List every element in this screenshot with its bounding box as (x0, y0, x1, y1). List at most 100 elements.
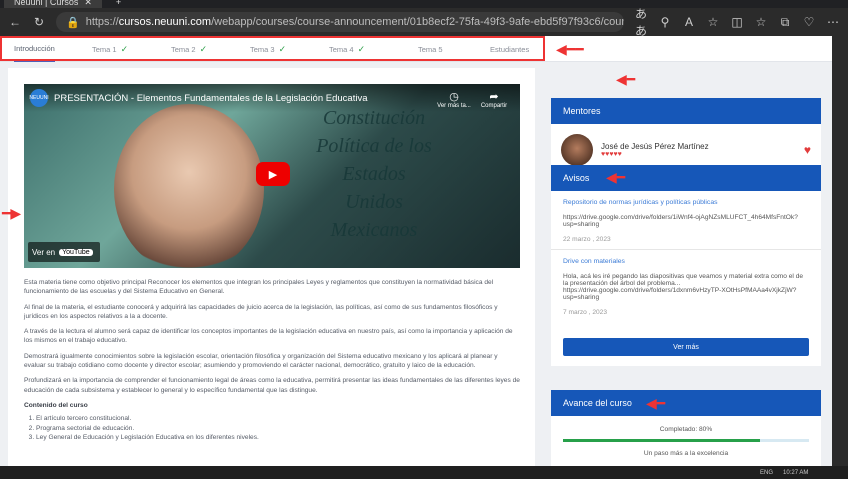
notice-body: https://drive.google.com/drive/folders/1… (563, 214, 798, 228)
tab-tema-2[interactable]: Tema 2 ✓ (171, 36, 207, 62)
tab-strip: Neuuni | Cursos ✕ + (0, 0, 131, 8)
notice-date: 7 marzo , 2023 (563, 309, 607, 316)
youtube-logo: YouTube (59, 248, 93, 256)
notices-heading: Avisos (551, 165, 821, 191)
arrow-annotation-icon: ◀━ (616, 71, 636, 87)
tab-tema-5[interactable]: Tema 5 (418, 36, 443, 62)
url-path: /webapp/courses/course-announcement/01b8… (211, 16, 624, 28)
tab-tema-4[interactable]: Tema 4 ✓ (329, 36, 365, 62)
new-tab-button[interactable]: + (106, 0, 131, 8)
channel-logo[interactable]: NEUUNI (29, 89, 49, 107)
share-icon: ➦ (489, 91, 499, 103)
tab-label: Tema 3 (250, 44, 275, 54)
back-icon[interactable]: ← (8, 15, 22, 29)
video-title[interactable]: PRESENTACIÓN - Elementos Fundamentales d… (54, 93, 367, 104)
more-icon[interactable]: ⋯ (826, 15, 840, 29)
tab-estudiantes[interactable]: Estudiantes (490, 36, 529, 62)
see-more-button[interactable]: Ver más (563, 338, 809, 356)
progress-heading: Avance del curso (551, 390, 821, 416)
share-label: Compartir (480, 103, 508, 109)
course-tabs: Introducción Tema 1 ✓ Tema 2 ✓ Tema 3 ✓ Tem… (0, 36, 832, 62)
list-item: Ley General de Educación y Legislación E… (36, 433, 520, 442)
check-icon: ✓ (357, 43, 366, 54)
url-domain: cursos.neuuni.com (118, 16, 212, 28)
favorites-icon[interactable]: ☆ (754, 15, 768, 29)
address-bar[interactable]: 🔒 https://cursos.neuuni.com/webapp/cours… (56, 12, 624, 32)
lock-icon[interactable]: 🔒 (66, 16, 80, 29)
heart-icon[interactable]: ♥ (804, 143, 811, 157)
avatar (561, 134, 593, 166)
notice-item: Repositorio de normas jurídicas y políti… (551, 191, 821, 330)
list-item: Programa sectorial de educación. (36, 424, 520, 433)
video-overlay-text: Constitución Política de los Estados Uni… (316, 107, 432, 241)
tab-introduccion[interactable]: Introducción (14, 36, 55, 62)
description-paragraph: A través de la lectura el alumno será ca… (24, 328, 513, 345)
description-paragraph: Esta materia tiene como objetivo princip… (24, 279, 494, 296)
language-indicator[interactable]: ENG (760, 470, 773, 476)
tab-label: Estudiantes (490, 44, 530, 54)
tab-tema-3[interactable]: Tema 3 ✓ (250, 36, 286, 62)
tab-label: Tema 5 (418, 44, 443, 54)
watch-later-label: Ver más ta... (437, 103, 471, 109)
arrow-left-icon: ◀━━ (556, 41, 584, 57)
description-paragraph: Profundizará en la importancia de compre… (24, 377, 520, 394)
browser-sidebar (832, 36, 848, 466)
tab-title: Neuuni | Cursos (14, 0, 79, 7)
tab-label: Tema 1 (92, 44, 117, 54)
share-button[interactable]: ➦ Compartir (476, 90, 512, 109)
mentors-heading: Mentores (551, 98, 821, 124)
progress-caption: Un paso más a la excelencia (643, 450, 729, 457)
split-icon[interactable]: ◫ (730, 15, 744, 29)
progress-fill (563, 439, 760, 442)
mentor-name: José de Jesús Pérez Martínez (601, 142, 709, 151)
description-paragraph: Demostrará igualmente conocimientos sobr… (24, 352, 498, 370)
watch-on-youtube-button[interactable]: Ver en YouTube (28, 242, 100, 262)
progress-bar (563, 439, 809, 442)
favorite-icon[interactable]: ☆ (706, 15, 720, 29)
taskbar: ENG 10:27 AM (0, 466, 848, 479)
arrow-annotation-icon: ◀━ (646, 395, 666, 411)
tab-label: Tema 4 (329, 44, 354, 54)
collections-icon[interactable]: ⧉ (778, 15, 792, 30)
zoom-icon[interactable]: ⚲ (658, 15, 672, 29)
arrow-annotation-icon: ◀━ (606, 169, 626, 185)
notice-body: Hola, acá les iré pegando las diapositiv… (563, 273, 804, 301)
main-content: Constitución Política de los Estados Uni… (8, 68, 535, 466)
course-description: Esta materia tiene como objetivo princip… (24, 278, 520, 442)
tab-label: Tema 2 (171, 44, 196, 54)
description-paragraph: Al final de la materia, el estudiante co… (24, 303, 498, 320)
watch-on-label: Ver en (32, 247, 56, 257)
read-aloud-icon[interactable]: ああ (634, 5, 648, 39)
tab-tema-1[interactable]: Tema 1 ✓ (92, 36, 128, 62)
play-icon: ▶ (268, 168, 278, 181)
progress-label: Completado: 80% (659, 426, 713, 433)
contents-heading: Contenido del curso (24, 401, 88, 409)
video-thumbnail-person (114, 104, 264, 268)
video-player[interactable]: Constitución Política de los Estados Uni… (24, 84, 520, 268)
play-button[interactable]: ▶ (256, 162, 290, 186)
notice-title[interactable]: Drive con materiales (563, 258, 809, 265)
contents-list: El artículo tercero constitucional. Prog… (24, 414, 520, 442)
browser-title-bar: Neuuni | Cursos ✕ + (0, 0, 848, 8)
clock-icon: ◷ (449, 91, 459, 103)
url-prefix: https:// (85, 16, 119, 28)
notices-card: Avisos Repositorio de normas jurídicas y… (551, 165, 821, 366)
divider (551, 249, 821, 250)
arrow-right-icon: ━▶ (2, 205, 22, 221)
refresh-icon[interactable]: ↻ (32, 15, 46, 29)
browser-tab[interactable]: Neuuni | Cursos ✕ (4, 0, 102, 8)
check-icon: ✓ (199, 43, 208, 54)
text-size-icon[interactable]: A (682, 15, 696, 29)
rating-hearts-icon: ♥♥♥♥♥ (601, 151, 622, 158)
notice-date: 22 marzo , 2023 (563, 236, 611, 243)
close-icon[interactable]: ✕ (84, 0, 92, 8)
address-toolbar: ← ↻ 🔒 https://cursos.neuuni.com/webapp/c… (0, 5, 848, 39)
page: Introducción Tema 1 ✓ Tema 2 ✓ Tema 3 ✓ Tem… (0, 36, 832, 466)
check-icon: ✓ (120, 43, 129, 54)
clock[interactable]: 10:27 AM (783, 470, 808, 476)
check-icon: ✓ (278, 43, 287, 54)
watch-later-button[interactable]: ◷ Ver más ta... (436, 90, 472, 109)
extensions-icon[interactable]: ♡ (802, 15, 816, 29)
progress-section: Completado: 80% Un paso más a la excelen… (551, 416, 821, 466)
notice-title[interactable]: Repositorio de normas jurídicas y políti… (563, 199, 809, 206)
